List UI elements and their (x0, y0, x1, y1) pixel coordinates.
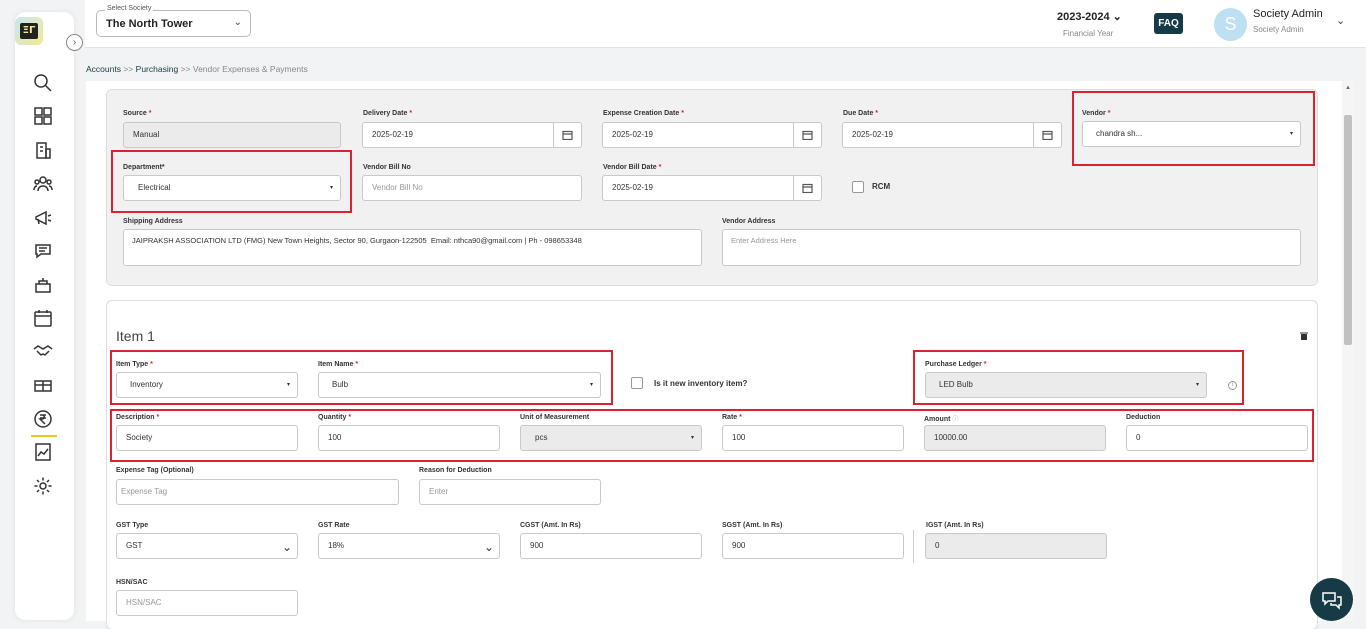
breadcrumb-current: Vendor Expenses & Payments (192, 64, 308, 74)
user-name: Society Admin (1253, 8, 1323, 20)
highlight-item (110, 350, 613, 405)
chat-support-button[interactable] (1310, 578, 1353, 621)
chevron-down-icon: ⌄ (483, 540, 494, 554)
rcm-label: RCM (872, 182, 891, 191)
expense-tag-label: Expense Tag (Optional) (116, 467, 194, 474)
shipping-address-textarea[interactable] (123, 229, 702, 266)
facility-icon[interactable] (31, 273, 55, 297)
community-icon[interactable] (31, 172, 55, 196)
source-field: Manual (123, 122, 341, 148)
gst-type-label: GST Type (116, 522, 149, 529)
financial-year-label: Financial Year (1063, 29, 1114, 38)
handshake-icon[interactable] (31, 339, 55, 363)
chevron-down-icon: ⌄ (281, 540, 292, 554)
source-label: Source * (123, 110, 152, 117)
financial-year-select[interactable]: 2023-2024 ⌄ (1057, 10, 1122, 23)
hsn-input[interactable]: HSN/SAC (116, 590, 298, 616)
shipping-address-label: Shipping Address (123, 218, 183, 225)
dashboard-icon[interactable] (31, 104, 55, 128)
announcement-icon[interactable] (31, 206, 55, 230)
highlight-purchase-ledger (913, 350, 1244, 405)
breadcrumb-accounts[interactable]: Accounts (86, 64, 121, 74)
expense-tag-input[interactable]: Expense Tag (116, 479, 399, 505)
app-logo[interactable]: ΞΓ (15, 17, 43, 45)
avatar[interactable]: S (1214, 8, 1247, 41)
item-title: Item 1 (116, 328, 155, 344)
delete-item-icon[interactable] (1300, 332, 1308, 340)
delivery-date-field[interactable]: 2025-02-19 (362, 122, 582, 148)
gst-type-select[interactable]: GST ⌄ (116, 533, 298, 559)
logo-mark: ΞΓ (20, 23, 38, 39)
vendor-bill-no-label: Vendor Bill No (363, 164, 411, 171)
igst-field: 0 (925, 533, 1107, 559)
vendor-address-textarea[interactable] (722, 229, 1301, 266)
sgst-label: SGST (Amt. In Rs) (722, 522, 783, 529)
hsn-label: HSN/SAC (116, 579, 148, 586)
parking-icon[interactable] (31, 373, 55, 397)
society-select[interactable]: Select Society The North Tower ⌄ (96, 5, 251, 37)
rupee-icon[interactable] (31, 407, 57, 437)
expense-creation-date-label: Expense Creation Date * (603, 110, 684, 117)
reason-deduction-input[interactable]: Enter (419, 479, 601, 505)
scrollbar-thumb[interactable] (1344, 115, 1352, 345)
expense-creation-date-field[interactable]: 2025-02-19 (602, 122, 822, 148)
rcm-checkbox[interactable] (852, 181, 864, 193)
society-select-label: Select Society (105, 5, 154, 12)
igst-label: IGST (Amt. In Rs) (926, 522, 984, 529)
gst-rate-label: GST Rate (318, 522, 350, 529)
calendar-icon[interactable] (1033, 123, 1061, 147)
report-icon[interactable] (31, 440, 55, 464)
building-icon[interactable] (31, 138, 55, 162)
chevron-right-icon: › (72, 37, 77, 48)
calendar-icon[interactable] (553, 123, 581, 147)
chat-icon (1321, 591, 1342, 610)
sidebar-toggle-button[interactable]: › (66, 34, 83, 51)
breadcrumb: Accounts >> Purchasing >> Vendor Expense… (86, 64, 308, 74)
user-role: Society Admin (1253, 25, 1304, 34)
chevron-down-icon: ⌄ (233, 17, 242, 28)
chat-icon[interactable] (31, 239, 55, 263)
settings-icon[interactable] (31, 474, 55, 498)
vendor-bill-no-input[interactable]: Vendor Bill No (362, 175, 582, 201)
vendor-bill-date-field[interactable]: 2025-02-19 (602, 175, 822, 201)
society-select-value: The North Tower (106, 18, 193, 30)
new-inventory-label: Is it new inventory item? (654, 379, 748, 388)
page-scrollbar[interactable]: ▲ (1342, 81, 1354, 621)
search-icon[interactable] (31, 71, 55, 95)
new-inventory-checkbox[interactable] (631, 377, 643, 389)
sgst-input[interactable]: 900 (722, 533, 904, 559)
breadcrumb-purchasing[interactable]: Purchasing (136, 64, 179, 74)
cgst-input[interactable]: 900 (520, 533, 702, 559)
calendar-icon[interactable] (31, 306, 55, 330)
vendor-address-label: Vendor Address (722, 218, 776, 225)
user-menu-chevron-icon[interactable]: ⌄ (1336, 14, 1345, 27)
calendar-icon[interactable] (793, 123, 821, 147)
divider (913, 530, 914, 563)
delivery-date-label: Delivery Date * (363, 110, 413, 117)
calendar-icon[interactable] (793, 176, 821, 200)
faq-button[interactable]: FAQ (1154, 13, 1183, 34)
chevron-down-icon: ⌄ (1112, 11, 1122, 23)
gst-rate-select[interactable]: 18% ⌄ (318, 533, 500, 559)
highlight-department (111, 150, 352, 213)
reason-deduction-label: Reason for Deduction (419, 467, 492, 474)
top-bar: Select Society The North Tower ⌄ 2023-20… (85, 0, 1366, 48)
due-date-label: Due Date * (843, 110, 879, 117)
cgst-label: CGST (Amt. In Rs) (520, 522, 581, 529)
vendor-bill-date-label: Vendor Bill Date * (603, 164, 662, 171)
highlight-item-details (110, 409, 1314, 462)
highlight-vendor (1072, 91, 1315, 166)
due-date-field[interactable]: 2025-02-19 (842, 122, 1062, 148)
